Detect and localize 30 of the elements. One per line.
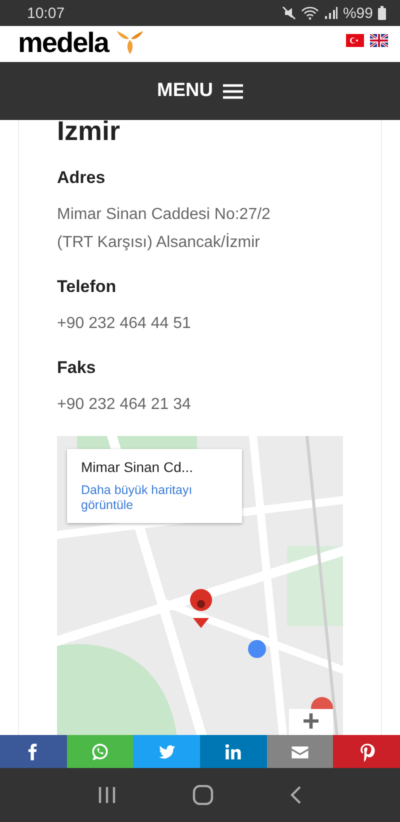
recent-apps-icon[interactable] <box>97 786 118 804</box>
menu-icon <box>222 84 243 98</box>
back-icon[interactable] <box>288 785 303 805</box>
zoom-in-button[interactable]: + <box>289 709 333 735</box>
wifi-icon <box>300 6 319 20</box>
logo-text[interactable]: medela <box>18 27 108 59</box>
flower-logo-icon[interactable] <box>114 31 144 55</box>
clock: 10:07 <box>27 4 65 22</box>
larger-map-link[interactable]: Daha büyük haritayı görüntüle <box>81 483 228 513</box>
home-icon[interactable] <box>192 785 214 805</box>
turkish-flag-icon[interactable] <box>346 34 364 47</box>
share-button[interactable] <box>266 735 334 768</box>
field-value: +90 232 464 21 34 <box>57 395 192 415</box>
field-label: Adres <box>57 168 106 188</box>
mute-icon <box>282 6 296 20</box>
field-label: Telefon <box>57 277 118 297</box>
battery-level: %99 <box>342 4 373 22</box>
city-heading: Izmir <box>57 120 122 146</box>
place-title: Mimar Sinan Cd... <box>81 459 194 475</box>
field-value: Mimar Sinan Caddesi No:27/2 (TRT Karşısı) Alsancak/İzmir <box>57 205 272 253</box>
battery-icon <box>378 6 386 20</box>
signal-icon <box>324 6 338 20</box>
share-button[interactable] <box>333 735 400 768</box>
british-flag-icon[interactable] <box>370 34 388 47</box>
field-label: Faks <box>57 358 97 378</box>
share-button[interactable] <box>133 735 200 768</box>
field-value: +90 232 464 44 51 <box>57 314 192 334</box>
menu-button[interactable]: MENU <box>157 80 243 102</box>
share-button[interactable] <box>200 735 267 768</box>
share-button[interactable] <box>0 735 67 768</box>
